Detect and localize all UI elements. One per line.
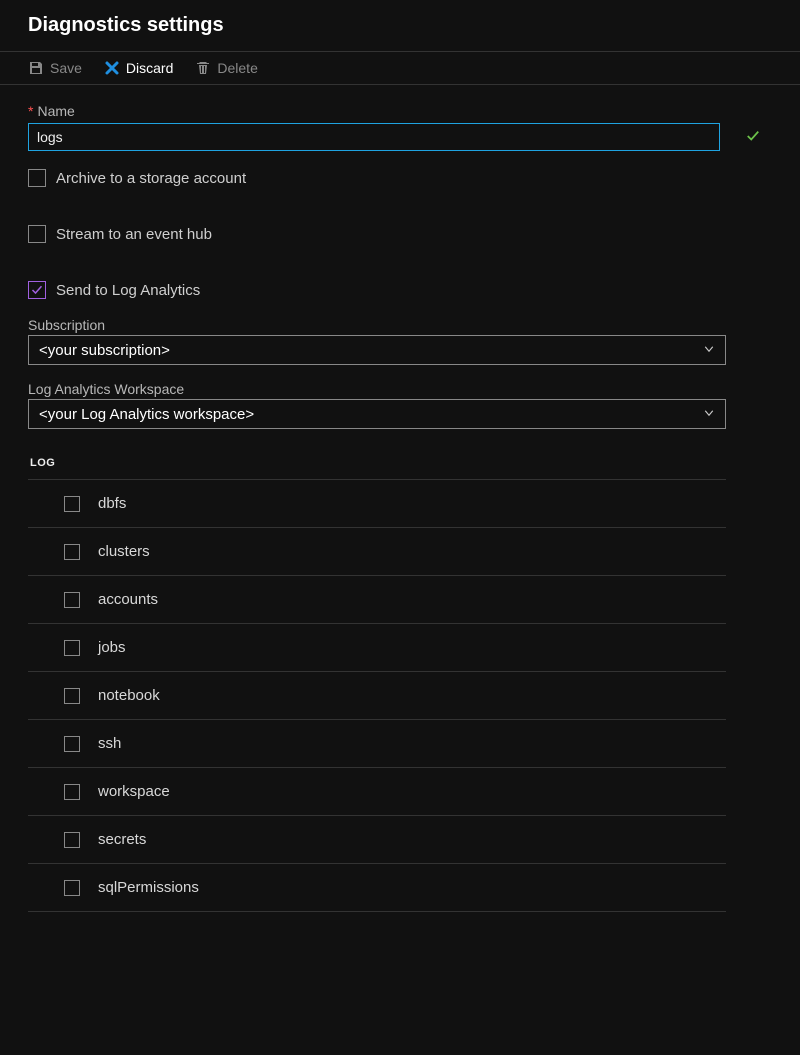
log-item-label: sqlPermissions [98, 879, 199, 896]
eventhub-label: Stream to an event hub [56, 226, 212, 243]
delete-button-label: Delete [217, 60, 257, 76]
log-item[interactable]: notebook [28, 672, 726, 720]
workspace-dropdown[interactable]: <your Log Analytics workspace> [28, 399, 726, 429]
log-item-label: secrets [98, 831, 146, 848]
log-item-label: accounts [98, 591, 158, 608]
chevron-down-icon [703, 342, 715, 358]
workspace-value: <your Log Analytics workspace> [39, 406, 254, 423]
log-item-label: clusters [98, 543, 150, 560]
checkbox-icon [64, 544, 80, 560]
checkbox-icon [28, 225, 46, 243]
delete-button[interactable]: Delete [195, 60, 257, 76]
log-item-label: workspace [98, 783, 170, 800]
checkbox-icon [64, 688, 80, 704]
save-icon [28, 60, 44, 76]
log-item[interactable]: jobs [28, 624, 726, 672]
name-label-row: * Name [28, 103, 772, 119]
content-area: * Name Archive to a storage account Stre… [0, 85, 800, 912]
log-item-label: jobs [98, 639, 126, 656]
checkbox-icon [28, 281, 46, 299]
loganalytics-checkbox-row[interactable]: Send to Log Analytics [28, 281, 772, 299]
checkbox-icon [64, 832, 80, 848]
log-item-label: ssh [98, 735, 121, 752]
name-input[interactable] [28, 123, 720, 151]
log-item[interactable]: ssh [28, 720, 726, 768]
name-input-wrap [28, 123, 772, 151]
discard-button[interactable]: Discard [104, 60, 173, 76]
log-item[interactable]: accounts [28, 576, 726, 624]
checkbox-icon [64, 784, 80, 800]
subscription-value: <your subscription> [39, 342, 170, 359]
checkbox-icon [64, 496, 80, 512]
chevron-down-icon [703, 406, 715, 422]
required-marker: * [28, 103, 33, 119]
check-icon [746, 129, 760, 146]
name-label: Name [37, 103, 74, 119]
toolbar: Save Discard Delete [0, 52, 800, 85]
save-button[interactable]: Save [28, 60, 82, 76]
checkbox-icon [64, 736, 80, 752]
log-item[interactable]: workspace [28, 768, 726, 816]
log-list: dbfs clusters accounts jobs notebook ssh works… [28, 479, 726, 912]
close-icon [104, 60, 120, 76]
subscription-field: Subscription <your subscription> [28, 317, 772, 365]
log-item[interactable]: clusters [28, 528, 726, 576]
subscription-dropdown[interactable]: <your subscription> [28, 335, 726, 365]
log-item-label: notebook [98, 687, 160, 704]
workspace-field: Log Analytics Workspace <your Log Analyt… [28, 381, 772, 429]
workspace-label: Log Analytics Workspace [28, 381, 772, 397]
log-item[interactable]: secrets [28, 816, 726, 864]
archive-label: Archive to a storage account [56, 170, 246, 187]
log-item[interactable]: sqlPermissions [28, 864, 726, 912]
page-header: Diagnostics settings [0, 0, 800, 52]
loganalytics-label: Send to Log Analytics [56, 282, 200, 299]
subscription-label: Subscription [28, 317, 772, 333]
archive-checkbox-row[interactable]: Archive to a storage account [28, 169, 772, 187]
eventhub-checkbox-row[interactable]: Stream to an event hub [28, 225, 772, 243]
checkbox-icon [64, 880, 80, 896]
trash-icon [195, 60, 211, 76]
save-button-label: Save [50, 60, 82, 76]
page-title: Diagnostics settings [28, 14, 772, 37]
checkbox-icon [64, 592, 80, 608]
log-section-heading: LOG [28, 457, 772, 469]
log-item[interactable]: dbfs [28, 479, 726, 528]
discard-button-label: Discard [126, 60, 173, 76]
log-item-label: dbfs [98, 495, 126, 512]
checkbox-icon [64, 640, 80, 656]
checkbox-icon [28, 169, 46, 187]
